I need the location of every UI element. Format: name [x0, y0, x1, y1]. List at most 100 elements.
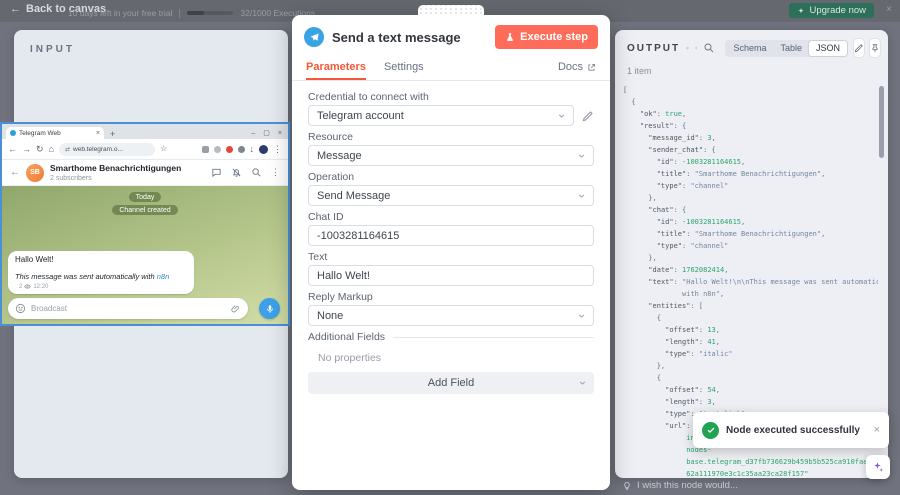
external-link-icon [588, 63, 595, 70]
pin-data-button[interactable] [870, 39, 880, 57]
telegram-favicon [10, 130, 16, 136]
download-icon: ↓ [249, 143, 255, 154]
trial-text: 10 days left in your free trial [68, 8, 173, 18]
chevron-down-icon [577, 191, 586, 200]
output-view-switcher: Schema Table JSON [725, 39, 848, 57]
add-field-button[interactable]: Add Field [308, 372, 594, 394]
tune-icon: ⇄ [64, 146, 71, 153]
voice-message-button [259, 298, 280, 319]
tab-settings[interactable]: Settings [384, 61, 424, 80]
new-tab-icon: + [110, 129, 116, 139]
node-details-modal: Send a text message Execute step Paramet… [292, 5, 610, 490]
view-schema[interactable]: Schema [726, 41, 773, 56]
n8n-link: n8n [156, 271, 170, 281]
extension-icon [201, 145, 209, 153]
output-panel: OUTPUT Schema Table JSON 1 item [ { "ok"… [615, 30, 888, 478]
tab-parameters[interactable]: Parameters [306, 61, 366, 80]
browser-toolbar: ← → ↻ ⌂ ⇄ web.telegram.o... ☆ ↓ ⋮ [2, 139, 288, 160]
output-search-button[interactable] [703, 42, 715, 54]
channel-subscribers: 2 subscribers [50, 175, 92, 182]
items-count: 1 item [627, 66, 652, 76]
browser-tab-strip: Telegram Web × + – ▢ × [2, 124, 288, 139]
docs-link[interactable]: Docs [558, 61, 596, 80]
edit-output-button[interactable] [854, 39, 864, 57]
text-input[interactable]: Hallo Welt! [308, 265, 594, 286]
resource-label: Resource [308, 131, 353, 143]
view-table[interactable]: Table [773, 41, 809, 56]
sparkles-icon [874, 462, 883, 472]
upgrade-now-button[interactable]: Upgrade now [789, 3, 874, 18]
extension-icon-red [225, 145, 233, 153]
broadcast-input: Broadcast [8, 298, 248, 319]
telegram-channel-header: ← SB Smarthome Benachrichtigungen 2 subs… [2, 160, 288, 186]
node-feedback-link[interactable]: I wish this node would... [622, 480, 738, 491]
output-panel-title: OUTPUT [627, 42, 681, 54]
no-properties-text: No properties [318, 352, 382, 364]
credential-label: Credential to connect with [308, 91, 429, 103]
bookmark-star-icon: ☆ [159, 144, 168, 153]
view-json[interactable]: JSON [808, 40, 847, 56]
telegram-screenshot-preview[interactable]: Telegram Web × + – ▢ × ← → ↻ ⌂ ⇄ web.tel… [0, 122, 290, 326]
feedback-text: I wish this node would... [637, 480, 738, 491]
modal-header: Send a text message Execute step [292, 15, 610, 57]
ai-assistant-button[interactable] [866, 455, 890, 479]
telegram-back-icon: ← [10, 167, 20, 178]
execute-step-button[interactable]: Execute step [495, 25, 598, 49]
pencil-icon [582, 110, 593, 121]
minimize-icon: – [251, 130, 256, 137]
chat-id-input[interactable]: -1003281164615 [308, 225, 594, 246]
window-controls: – ▢ × [251, 130, 284, 139]
success-toast: Node executed successfully × [693, 412, 889, 448]
message-meta: 2 12:20 [19, 283, 48, 290]
paper-plane-icon [309, 32, 319, 41]
toast-check-icon [702, 421, 719, 439]
discussion-icon [212, 168, 221, 178]
text-label: Text [308, 251, 328, 263]
browser-menu-icon: ⋮ [273, 143, 282, 154]
output-scrollbar[interactable] [879, 86, 884, 158]
additional-fields-label: Additional Fields [308, 331, 386, 343]
chevron-down-icon [577, 311, 586, 320]
toast-message: Node executed successfully [726, 424, 860, 436]
pencil-icon [854, 44, 863, 53]
views-count: 2 [19, 283, 23, 290]
maximize-icon: ▢ [263, 130, 270, 137]
banner-dismiss-button[interactable]: × [886, 4, 892, 15]
input-panel-title: INPUT [30, 44, 75, 55]
search-icon [252, 168, 261, 177]
today-pill: Today [128, 192, 162, 202]
info-icon[interactable] [694, 42, 698, 54]
profile-avatar [259, 144, 268, 154]
message-bubble: Hallo Welt! This message was sent automa… [8, 250, 194, 294]
paperclip-icon [231, 304, 240, 312]
chat-id-label: Chat ID [308, 211, 344, 223]
credential-select[interactable]: Telegram account [308, 105, 574, 126]
node-title: Send a text message [332, 29, 461, 45]
broadcast-placeholder: Broadcast [31, 304, 68, 313]
edit-credential-button[interactable] [582, 110, 594, 122]
message-time: 12:20 [33, 283, 49, 290]
message-text: Hallo Welt! [15, 254, 54, 264]
telegram-node-icon [304, 27, 324, 47]
sparkle-icon [798, 7, 805, 13]
resource-select[interactable]: Message [308, 145, 594, 166]
chevron-down-icon [557, 111, 566, 120]
address-bar: ⇄ web.telegram.o... [58, 142, 155, 156]
browser-reload-icon: ↻ [36, 143, 44, 154]
reply-markup-select[interactable]: None [308, 305, 594, 326]
operation-label: Operation [308, 171, 355, 183]
channel-name: Smarthome Benachrichtigungen [50, 163, 182, 173]
browser-home-icon: ⌂ [48, 143, 54, 154]
extension-icons: ↓ ⋮ [201, 143, 282, 154]
microphone-icon [266, 304, 273, 313]
browser-tab-title: Telegram Web [19, 129, 61, 137]
bell-muted-icon [232, 168, 241, 177]
drag-handle[interactable] [418, 5, 484, 15]
telegram-chat-area: Today Channel created Hallo Welt! This m… [2, 186, 288, 324]
browser-back-icon: ← [8, 143, 17, 154]
divider [393, 336, 594, 338]
tab-close-icon: × [95, 129, 100, 137]
browser-forward-icon: → [22, 143, 31, 154]
operation-select[interactable]: Send Message [308, 185, 594, 206]
toast-close-button[interactable]: × [874, 424, 880, 436]
